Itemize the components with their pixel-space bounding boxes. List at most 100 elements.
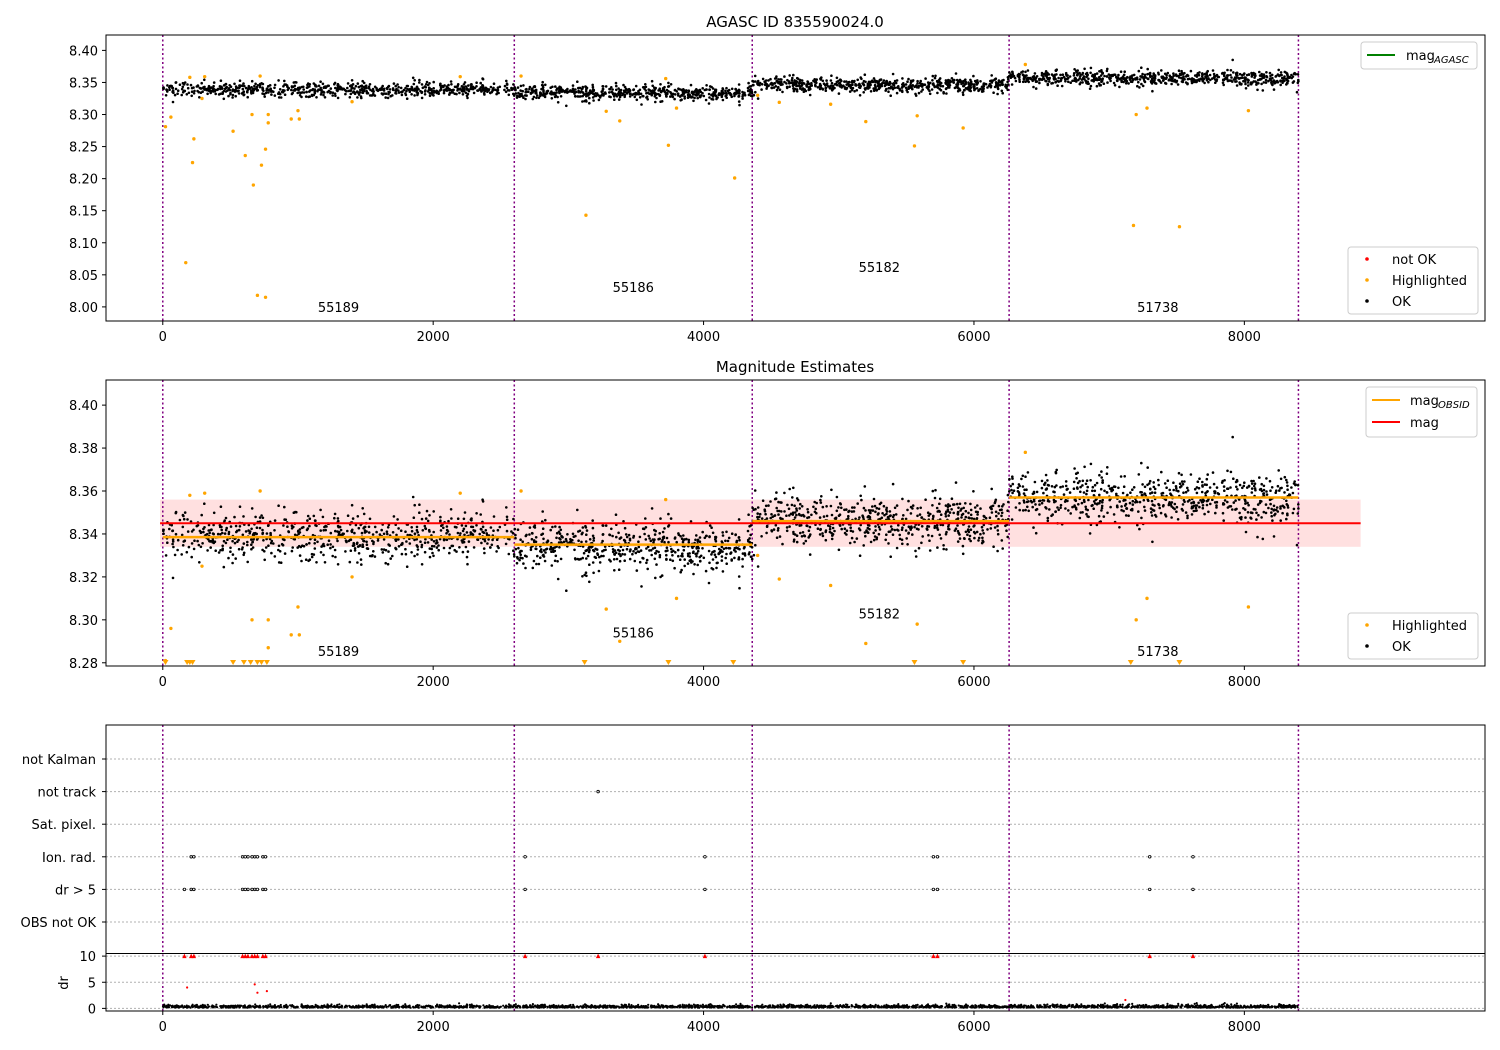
magnitude-ok-point xyxy=(677,554,680,558)
agasc-ok-point xyxy=(818,84,822,88)
agasc-ok-point xyxy=(1226,74,1230,77)
magnitude-ok-point xyxy=(820,495,823,498)
agasc-ok-point xyxy=(295,81,298,84)
agasc-ok-point xyxy=(725,93,728,97)
agasc-ok-point xyxy=(524,90,527,94)
agasc-ok-point xyxy=(512,83,515,86)
magnitude-ok-point xyxy=(220,528,223,532)
agasc-ok-point xyxy=(308,90,311,93)
agasc-ok-point xyxy=(1285,72,1289,75)
agasc-ok-point xyxy=(485,87,489,90)
magnitude-ok-point xyxy=(1034,531,1038,535)
agasc-ok-point xyxy=(522,84,525,87)
magnitude-ok-point xyxy=(421,529,425,532)
agasc-ok-point xyxy=(1283,75,1286,78)
agasc-ok-point xyxy=(738,103,741,107)
agasc-ok-point xyxy=(1089,84,1093,88)
agasc-ok-point xyxy=(304,95,308,98)
magnitude-ok-point xyxy=(492,529,495,532)
magnitude-ok-point xyxy=(1007,500,1010,504)
agasc-ok-point xyxy=(231,93,235,97)
agasc-ok-point xyxy=(233,82,236,86)
agasc-ok-point xyxy=(338,85,342,89)
magnitude-ok-point xyxy=(481,530,485,534)
agasc-ok-point xyxy=(1046,83,1050,87)
magnitude-ok-point xyxy=(511,531,515,535)
agasc-ok-point xyxy=(650,79,654,83)
magnitude-ok-point xyxy=(938,497,942,501)
magnitude-ok-point xyxy=(591,526,595,530)
agasc-ok-point xyxy=(748,93,751,96)
agasc-ok-point xyxy=(753,74,757,78)
magnitude-ok-point xyxy=(958,537,962,540)
agasc-ytick-label: 8.05 xyxy=(69,269,98,284)
magnitude-ok-point xyxy=(901,497,904,501)
magnitude-ok-point xyxy=(496,528,500,532)
magnitude-ok-point xyxy=(521,540,524,543)
agasc-ok-point xyxy=(1123,70,1126,73)
magnitude-ok-point xyxy=(830,513,834,517)
agasc-ok-point xyxy=(1132,73,1136,77)
magnitude-ok-point xyxy=(400,552,404,556)
agasc-ok-point xyxy=(600,90,603,93)
magnitude-ok-point xyxy=(877,532,881,536)
magnitude-ok-point xyxy=(904,517,908,521)
magnitude-ok-point xyxy=(252,533,256,536)
magnitude-ok-point xyxy=(1231,435,1234,439)
magnitude-ok-point xyxy=(324,528,328,532)
agasc-ok-point xyxy=(1201,79,1205,83)
agasc-ok-point xyxy=(781,90,784,94)
agasc-ok-point xyxy=(227,94,230,98)
agasc-ok-point xyxy=(608,87,611,91)
agasc-ok-point xyxy=(334,86,337,90)
agasc-ok-point xyxy=(554,85,557,88)
agasc-xtick-label: 0 xyxy=(159,330,167,345)
magnitude-ok-point xyxy=(720,540,724,543)
agasc-ok-point xyxy=(645,96,648,99)
magnitude-ok-point xyxy=(667,525,670,528)
agasc-highlighted-point xyxy=(259,163,264,167)
magnitude-ok-point xyxy=(735,539,739,543)
agasc-ok-point xyxy=(891,72,895,76)
agasc-ok-point xyxy=(792,83,796,86)
magnitude-ok-point xyxy=(687,540,691,544)
agasc-ok-point xyxy=(863,87,867,90)
magnitude-ok-point xyxy=(714,537,717,540)
magnitude-ok-point xyxy=(1235,507,1238,511)
agasc-ok-point xyxy=(877,85,881,89)
magnitude-ok-point xyxy=(672,549,675,553)
magnitude-ok-point xyxy=(972,490,975,493)
agasc-ok-point xyxy=(367,85,371,88)
magnitude-ok-point xyxy=(1181,482,1185,486)
agasc-ok-point xyxy=(1229,73,1232,77)
magnitude-ok-point xyxy=(560,534,563,538)
magnitude-ok-point xyxy=(806,508,809,511)
magnitude-ok-point xyxy=(505,506,508,509)
agasc-ok-point xyxy=(1213,75,1217,78)
agasc-ok-point xyxy=(190,86,194,90)
magnitude-ok-point xyxy=(216,532,220,536)
magnitude-ok-point xyxy=(880,516,884,520)
magnitude-ok-point xyxy=(182,514,185,518)
magnitude-ok-point xyxy=(1129,491,1132,495)
agasc-ok-point xyxy=(953,86,957,90)
magnitude-ok-point xyxy=(1069,512,1072,515)
agasc-ok-point xyxy=(214,92,217,96)
magnitude-ok-point xyxy=(431,551,434,555)
agasc-ok-point xyxy=(676,92,680,95)
agasc-ok-point xyxy=(171,86,175,90)
magnitude-ok-point xyxy=(944,515,948,518)
magnitude-ok-point xyxy=(396,518,399,521)
magnitude-ok-point xyxy=(1281,511,1284,515)
magnitude-ok-point xyxy=(645,558,649,562)
magnitude-ok-point xyxy=(644,526,648,529)
magnitude-ok-point xyxy=(822,515,826,518)
magnitude-ok-point xyxy=(1279,487,1282,490)
agasc-ok-point xyxy=(290,85,294,89)
magnitude-ok-point xyxy=(1076,471,1079,475)
magnitude-ok-point xyxy=(1075,508,1078,511)
agasc-ok-point xyxy=(981,89,984,93)
magnitude-ok-point xyxy=(282,524,285,527)
agasc-ok-point xyxy=(792,73,795,77)
agasc-ok-point xyxy=(321,82,325,86)
